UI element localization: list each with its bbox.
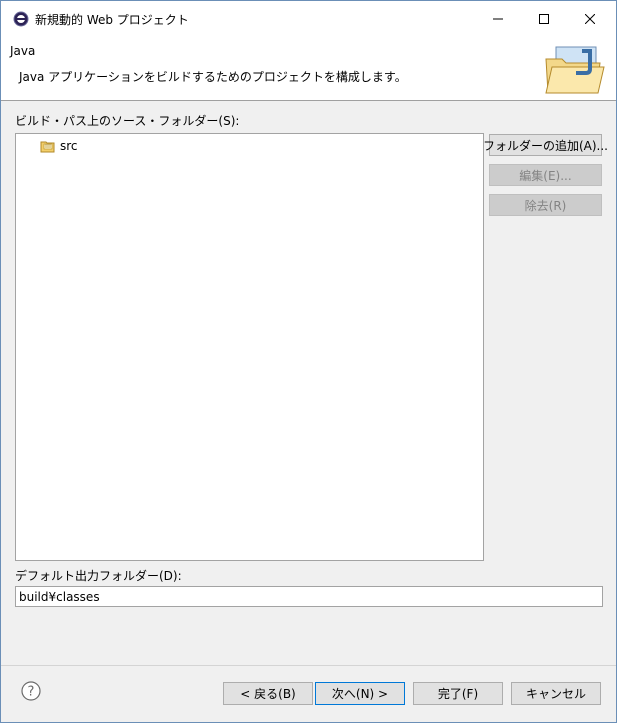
java-folder-banner-icon (545, 46, 605, 94)
edit-button[interactable]: 編集(E)... (489, 164, 602, 186)
finish-button[interactable]: 完了(F) (413, 682, 503, 705)
help-icon[interactable]: ? (21, 681, 41, 701)
source-folders-tree[interactable]: src (15, 133, 484, 561)
minimize-icon (493, 18, 503, 19)
page-description: Java アプリケーションをビルドするためのプロジェクトを構成します。 (19, 70, 407, 84)
svg-text:?: ? (28, 685, 35, 700)
cancel-button[interactable]: キャンセル (511, 682, 601, 705)
footer-divider (1, 665, 616, 666)
eclipse-icon (13, 11, 29, 27)
source-folder-icon (40, 141, 55, 153)
wizard-header: Java Java アプリケーションをビルドするためのプロジェクトを構成します。 (1, 36, 616, 101)
remove-button[interactable]: 除去(R) (489, 194, 602, 216)
title-bar: 新規動的 Web プロジェクト (1, 1, 616, 36)
maximize-icon (539, 13, 549, 24)
maximize-button[interactable] (521, 1, 567, 36)
back-button[interactable]: < 戻る(B) (223, 682, 313, 705)
close-icon (585, 13, 595, 24)
dialog-window: 新規動的 Web プロジェクト Java Java アプリケーションをビルドする… (0, 0, 617, 723)
close-button[interactable] (567, 1, 613, 36)
output-folder-label: デフォルト出力フォルダー(D): (15, 569, 182, 583)
source-folders-label: ビルド・パス上のソース・フォルダー(S): (15, 114, 240, 128)
minimize-button[interactable] (475, 1, 521, 36)
tree-item-label: src (60, 139, 78, 153)
next-button[interactable]: 次へ(N) > (315, 682, 405, 705)
tree-item-src[interactable]: src (40, 137, 78, 155)
output-folder-input[interactable] (15, 586, 603, 607)
add-folder-button[interactable]: フォルダーの追加(A)... (483, 134, 608, 156)
page-title: Java (10, 44, 36, 58)
window-title: 新規動的 Web プロジェクト (35, 13, 189, 27)
